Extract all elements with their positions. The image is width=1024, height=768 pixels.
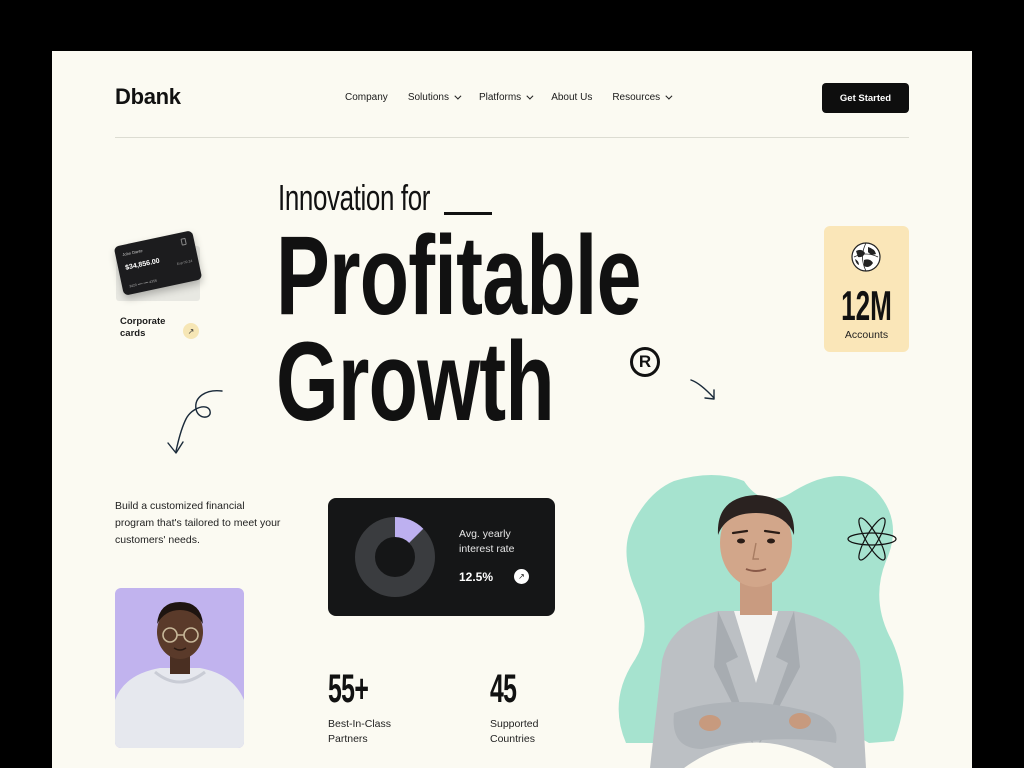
globe-icon <box>851 242 881 272</box>
logo[interactable]: Dbank <box>115 84 181 110</box>
accounts-label: Accounts <box>844 329 889 341</box>
nav-label: Resources <box>612 92 661 103</box>
interest-donut-chart <box>355 517 435 597</box>
stat-label-line: Countries <box>490 733 535 745</box>
card-chip-icon <box>180 237 187 246</box>
headline-line-2: Growth <box>276 319 555 444</box>
nav-label: Platforms <box>478 92 522 103</box>
nav-company[interactable]: Company <box>345 92 388 103</box>
stat-partners-value: 55+ <box>328 667 369 711</box>
stat-countries-label: Supported Countries <box>490 717 538 747</box>
interest-title: Avg. yearly interest rate <box>459 528 515 555</box>
card-holder: John Dante <box>121 247 144 258</box>
stat-partners-label: Best-In-Class Partners <box>328 717 391 747</box>
header-divider <box>115 137 909 138</box>
hero-description: Build a customized financial program tha… <box>115 500 281 546</box>
nav-resources[interactable]: Resources <box>612 92 673 103</box>
stat-label-line: Best-In-Class <box>328 718 392 730</box>
headline-line-1: Profitable <box>276 213 641 338</box>
nav-label: About Us <box>551 92 593 103</box>
card-number: 3420 •••• •••• 4356 <box>128 278 158 289</box>
card-amount: $34,856.00 <box>124 257 161 272</box>
hero-person-image <box>618 475 904 768</box>
nav-label: Solutions <box>407 92 449 103</box>
person-portrait-image <box>115 602 244 748</box>
stat-countries-value: 45 <box>490 667 517 711</box>
nav-platforms[interactable]: Platforms <box>478 92 534 103</box>
chevron-down-icon <box>526 92 534 100</box>
curly-arrow-icon <box>167 390 223 454</box>
profile-photo-left <box>115 588 244 748</box>
interest-value: 12.5% <box>459 570 494 584</box>
arrow-up-right-icon[interactable]: ↗ <box>514 569 529 584</box>
card-expiry: Exp 09.24 <box>176 258 193 267</box>
registered-icon: R <box>630 347 660 377</box>
stat-label-line: Supported <box>490 718 539 730</box>
corporate-cards-label[interactable]: Corporate cards <box>120 316 180 340</box>
stat-label-line: Partners <box>328 733 368 745</box>
interest-rate-card: Avg. yearly interest rate 12.5% ↗ <box>328 498 555 616</box>
nav-about-us[interactable]: About Us <box>551 92 592 103</box>
hero-headline: Profitable Growth <box>276 213 641 444</box>
page: Dbank Company Solutions Platforms About … <box>52 51 972 768</box>
chevron-down-icon <box>665 92 673 100</box>
get-started-button[interactable]: Get Started <box>822 83 909 113</box>
chevron-down-icon <box>454 92 462 100</box>
nav-solutions[interactable]: Solutions <box>407 92 462 103</box>
accounts-badge: 12M Accounts <box>824 226 909 352</box>
main-nav: Company Solutions Platforms About Us Res… <box>345 92 673 103</box>
accounts-value: 12M <box>841 282 892 329</box>
nav-label: Company <box>345 92 388 103</box>
arrow-down-right-icon <box>690 379 715 400</box>
arrow-up-right-icon[interactable]: ↗ <box>183 323 199 339</box>
